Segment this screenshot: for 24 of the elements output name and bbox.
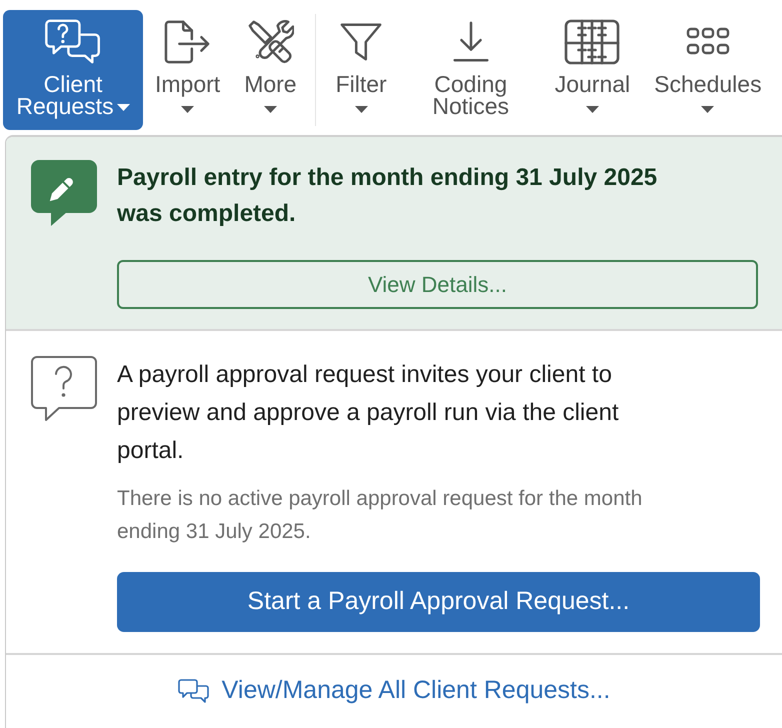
notice-title: Payroll entry for the month ending 31 July 2025 was completed. — [117, 163, 658, 229]
abacus-icon — [564, 19, 620, 65]
toolbar-button[interactable]: Schedules — [642, 10, 774, 130]
caret-icon — [264, 106, 277, 113]
view-details-button[interactable]: View Details... — [117, 260, 758, 309]
toolbar-button[interactable]: Coding Notices — [398, 10, 543, 130]
toolbar-button[interactable]: Client Requests — [3, 10, 143, 130]
info-text: A payroll approval request invites your client to preview and approve a payroll run via the client portal. — [117, 360, 620, 466]
status-text: There is no active payroll approval request for the month ending 31 July 2025. — [117, 486, 644, 545]
chat-pencil-icon — [31, 160, 97, 226]
chat-question-icon — [31, 356, 97, 422]
caret-icon — [354, 106, 368, 113]
caret-icon — [701, 106, 714, 113]
chat-bubbles-icon — [178, 679, 210, 703]
toolbar-button[interactable]: Journal — [542, 10, 642, 130]
toolbar-button[interactable]: More — [232, 10, 309, 130]
tools-icon — [246, 19, 294, 65]
toolbar-button[interactable]: Import — [143, 10, 232, 130]
manage-requests-link[interactable]: View/Manage All Client Requests... — [178, 672, 610, 710]
toolbar-button[interactable]: Filter — [324, 10, 399, 130]
caret-icon — [181, 106, 194, 113]
start-request-button[interactable]: Start a Payroll Approval Request... — [117, 572, 760, 632]
caret-icon — [116, 104, 130, 112]
caret-icon — [586, 106, 599, 113]
